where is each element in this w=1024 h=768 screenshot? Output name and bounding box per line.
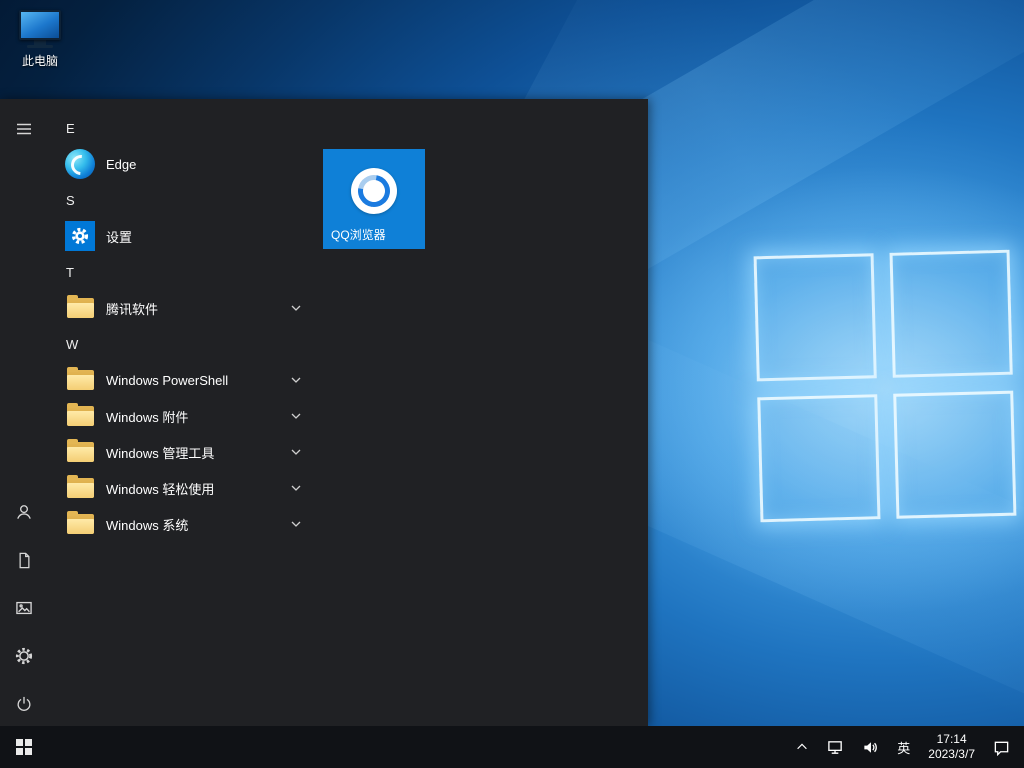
start-app-list: E Edge S 设置 bbox=[56, 110, 316, 542]
power-icon bbox=[14, 694, 34, 714]
app-label: 腾讯软件 bbox=[106, 299, 158, 318]
ime-indicator[interactable]: 英 bbox=[895, 726, 912, 768]
clock[interactable]: 17:14 2023/3/7 bbox=[926, 726, 977, 768]
tile-label: QQ浏览器 bbox=[331, 226, 386, 243]
settings-app-icon bbox=[64, 220, 96, 252]
folder-icon bbox=[64, 508, 96, 540]
start-item-windows-ease-of-access[interactable]: Windows 轻松使用 bbox=[56, 470, 316, 506]
settings-button[interactable] bbox=[0, 632, 48, 680]
wallpaper-pane bbox=[890, 250, 1013, 378]
power-button[interactable] bbox=[0, 680, 48, 728]
qq-browser-icon bbox=[351, 168, 397, 214]
wallpaper-windows-logo bbox=[754, 250, 1017, 523]
section-header-t[interactable]: T bbox=[56, 254, 316, 290]
tray-overflow-button[interactable] bbox=[793, 726, 811, 768]
gear-icon bbox=[69, 225, 91, 247]
volume-button[interactable] bbox=[860, 726, 881, 768]
gear-icon bbox=[14, 646, 34, 666]
app-label: Windows 附件 bbox=[106, 407, 188, 426]
chevron-down-icon[interactable] bbox=[290, 302, 302, 314]
tile-qq-browser[interactable]: QQ浏览器 bbox=[323, 149, 425, 249]
screen: 此电脑 bbox=[0, 0, 1024, 768]
clock-date: 2023/3/7 bbox=[928, 747, 975, 762]
speaker-icon bbox=[862, 739, 879, 756]
taskbar: 英 17:14 2023/3/7 bbox=[0, 726, 1024, 768]
folder-icon bbox=[64, 472, 96, 504]
hamburger-icon bbox=[15, 120, 33, 138]
folder-icon bbox=[64, 436, 96, 468]
section-letter: E bbox=[56, 121, 75, 136]
app-label: Windows 轻松使用 bbox=[106, 479, 214, 498]
user-icon bbox=[14, 502, 34, 522]
start-menu-rail bbox=[0, 99, 48, 726]
app-label: 设置 bbox=[106, 227, 132, 246]
app-label: Windows PowerShell bbox=[106, 373, 228, 388]
folder-icon bbox=[64, 292, 96, 324]
section-letter: W bbox=[56, 337, 78, 352]
app-label: Edge bbox=[106, 157, 136, 172]
pictures-icon bbox=[14, 598, 34, 618]
user-account-button[interactable] bbox=[0, 488, 48, 536]
section-header-s[interactable]: S bbox=[56, 182, 316, 218]
edge-icon bbox=[64, 148, 96, 180]
documents-button[interactable] bbox=[0, 536, 48, 584]
this-pc-icon-base bbox=[27, 45, 53, 48]
wallpaper-pane bbox=[893, 391, 1016, 519]
start-item-edge[interactable]: Edge bbox=[56, 146, 316, 182]
folder-icon bbox=[64, 364, 96, 396]
chevron-down-icon[interactable] bbox=[290, 518, 302, 530]
this-pc-icon bbox=[19, 10, 61, 40]
windows-logo-icon bbox=[16, 739, 32, 755]
start-item-settings[interactable]: 设置 bbox=[56, 218, 316, 254]
action-center-button[interactable] bbox=[991, 726, 1012, 768]
network-status-button[interactable] bbox=[825, 726, 846, 768]
start-item-windows-accessories[interactable]: Windows 附件 bbox=[56, 398, 316, 434]
chevron-down-icon[interactable] bbox=[290, 482, 302, 494]
chevron-up-icon bbox=[795, 740, 809, 754]
start-item-windows-admin-tools[interactable]: Windows 管理工具 bbox=[56, 434, 316, 470]
this-pc-label: 此电脑 bbox=[12, 52, 68, 69]
chevron-down-icon[interactable] bbox=[290, 410, 302, 422]
folder-icon bbox=[64, 400, 96, 432]
start-item-windows-system[interactable]: Windows 系统 bbox=[56, 506, 316, 542]
section-letter: T bbox=[56, 265, 74, 280]
clock-time: 17:14 bbox=[928, 732, 975, 747]
app-label: Windows 系统 bbox=[106, 515, 188, 534]
document-icon bbox=[15, 551, 34, 570]
pictures-button[interactable] bbox=[0, 584, 48, 632]
chevron-down-icon[interactable] bbox=[290, 446, 302, 458]
chevron-down-icon[interactable] bbox=[290, 374, 302, 386]
start-item-windows-powershell[interactable]: Windows PowerShell bbox=[56, 362, 316, 398]
section-header-w[interactable]: W bbox=[56, 326, 316, 362]
desktop-icon-this-pc[interactable]: 此电脑 bbox=[12, 10, 68, 69]
wallpaper-pane bbox=[754, 253, 877, 381]
action-center-icon bbox=[993, 739, 1010, 756]
expand-menu-button[interactable] bbox=[0, 105, 48, 153]
wallpaper-pane bbox=[757, 394, 880, 522]
taskbar-empty-area bbox=[48, 726, 793, 768]
section-header-e[interactable]: E bbox=[56, 110, 316, 146]
network-icon bbox=[827, 739, 844, 756]
start-item-tencent-folder[interactable]: 腾讯软件 bbox=[56, 290, 316, 326]
section-letter: S bbox=[56, 193, 75, 208]
system-tray: 英 17:14 2023/3/7 bbox=[793, 726, 1024, 768]
start-menu: E Edge S 设置 bbox=[0, 99, 648, 726]
start-button[interactable] bbox=[0, 726, 48, 768]
app-label: Windows 管理工具 bbox=[106, 443, 214, 462]
